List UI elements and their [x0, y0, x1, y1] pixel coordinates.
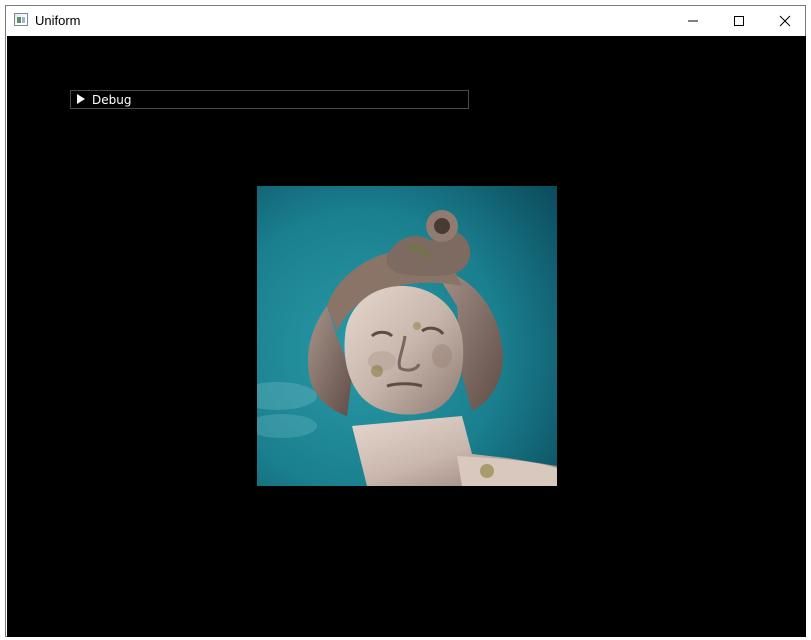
debug-panel-label: Debug — [92, 93, 132, 107]
render-canvas[interactable]: Debug — [7, 36, 806, 637]
statue-image — [257, 186, 557, 486]
app-window: Uniform Debug — [5, 5, 806, 637]
minimize-icon — [688, 20, 698, 22]
app-window-icon — [14, 13, 28, 26]
debug-panel-header[interactable]: Debug — [70, 90, 469, 109]
close-icon — [779, 15, 791, 27]
minimize-button[interactable] — [670, 6, 716, 36]
maximize-button[interactable] — [716, 6, 762, 36]
maximize-icon — [734, 16, 744, 26]
close-button[interactable] — [762, 6, 808, 36]
title-bar[interactable]: Uniform — [6, 6, 805, 36]
statue-head-photo — [257, 186, 557, 486]
triangle-right-icon — [77, 94, 85, 104]
window-title: Uniform — [35, 13, 81, 28]
